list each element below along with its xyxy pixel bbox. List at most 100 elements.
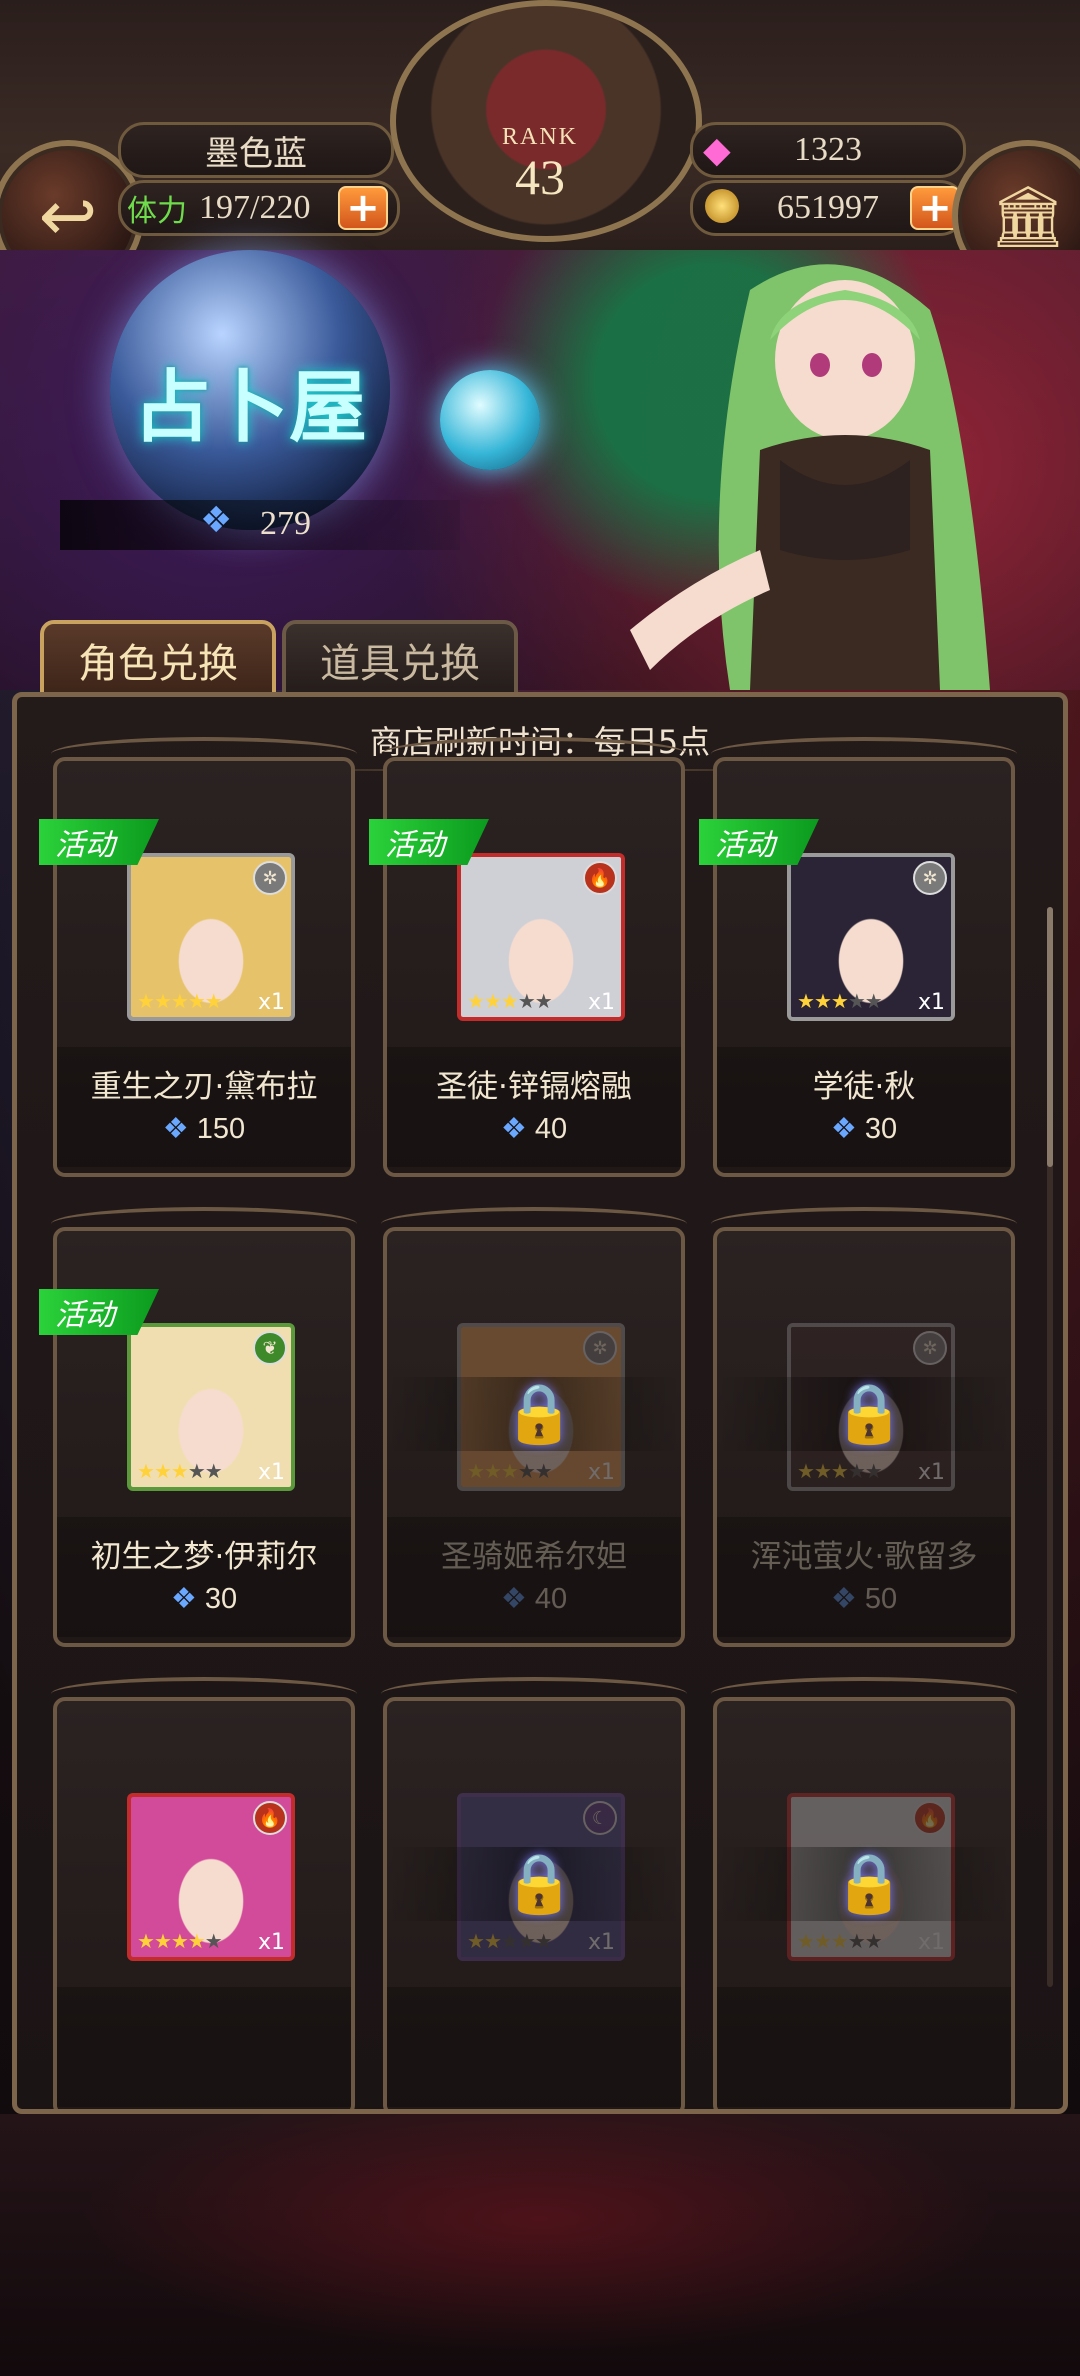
name-band [717,1987,1011,2107]
crystal-shard-icon: ❖ [500,1583,527,1615]
tab-label: 道具兑换 [320,641,480,687]
card-ornament [51,1207,357,1241]
lock-icon: 🔒 [503,1379,576,1447]
character-portrait: 🔥 ★★★★★ x1 [127,1793,295,1961]
item-count: x1 [587,1460,615,1485]
gems-value: 1323 [794,131,862,168]
name-band [57,1987,351,2107]
price-value: 40 [534,1113,568,1145]
shop-panel: 商店刷新时间：每日5点 ✲ ★★★★★ x1 重生之刃·黛布拉 ❖ 150 活动 … [12,692,1068,2114]
character-portrait: ❦ ★★★★★ x1 [127,1323,295,1491]
star-icon: ★ [830,1459,849,1483]
star-rating: ★★★★★ [467,989,553,1013]
star-icon: ★ [517,1459,536,1483]
card-ornament [51,737,357,771]
tab-label: 角色兑换 [78,641,238,687]
crystal-shard-icon: ❖ [162,1113,189,1145]
item-price: ❖ 40 [387,1111,681,1146]
shop-item-card[interactable]: 🔥 ★★★★★ x1 [51,1677,357,2109]
magic-orb-icon [440,370,540,470]
crystal-currency-value: 279 [260,505,311,542]
shop-item-card[interactable]: ✲ ★★★★★ x1 🔒 浑沌萤火·歌留多 ❖ 50 [711,1207,1017,1647]
star-icon: ★ [170,1929,189,1953]
tab-item-exchange[interactable]: 道具兑换 [282,620,518,700]
star-icon: ★ [153,989,172,1013]
star-icon: ★ [517,1929,536,1953]
stamina-value: 197/220 [199,189,311,226]
name-band [387,1987,681,2107]
star-icon: ★ [467,989,485,1013]
shop-item-card[interactable]: ✲ ★★★★★ x1 重生之刃·黛布拉 ❖ 150 活动 [39,737,357,1177]
star-rating: ★★★★★ [137,1929,223,1953]
star-icon: ★ [830,989,849,1013]
tab-character-exchange[interactable]: 角色兑换 [40,620,276,700]
star-rating: ★★★★★ [137,1459,223,1483]
star-icon: ★ [137,989,155,1013]
character-name: 学徒·秋 [812,1069,916,1105]
item-price: ❖ 30 [57,1581,351,1616]
star-icon: ★ [204,1459,223,1483]
character-name: 重生之刃·黛布拉 [90,1069,318,1105]
scrollbar-thumb[interactable] [1047,907,1053,1167]
shop-item-card[interactable]: ✲ ★★★★★ x1 学徒·秋 ❖ 30 活动 [699,737,1017,1177]
star-icon: ★ [204,989,223,1013]
star-icon: ★ [517,989,536,1013]
star-icon: ★ [483,1459,502,1483]
star-icon: ★ [500,1459,519,1483]
top-bar: ↩ 墨色蓝 体力 197/220 + RANK 43 ◆ 1323 651997… [0,0,1080,292]
star-rating: ★★★★★ [797,1459,883,1483]
card-ornament [381,1207,687,1241]
character-name: 浑沌萤火·歌留多 [750,1539,978,1575]
star-icon: ★ [137,1929,155,1953]
star-icon: ★ [534,989,553,1013]
shop-item-card[interactable]: 🔥 ★★★★★ x1 🔒 [711,1677,1017,2109]
star-icon: ★ [153,1929,172,1953]
item-count: x1 [587,1930,615,1955]
item-price: ❖ 150 [57,1111,351,1146]
item-count: x1 [917,990,945,1015]
price-value: 150 [196,1113,246,1145]
back-arrow-icon: ↩ [38,175,98,257]
star-icon: ★ [187,1459,206,1483]
card-ornament [381,1677,687,1711]
star-icon: ★ [153,1459,172,1483]
price-value: 30 [204,1583,238,1615]
shop-item-card[interactable]: ✲ ★★★★★ x1 🔒 圣骑姬希尔妲 ❖ 40 [381,1207,687,1647]
light-icon: ✲ [583,1331,617,1365]
bank-icon: 🏛 [989,181,1067,252]
crystal-shard-icon: ❖ [830,1583,857,1615]
star-icon: ★ [170,1459,189,1483]
fire-icon: 🔥 [253,1801,287,1835]
lock-icon: 🔒 [833,1849,906,1917]
player-name: 墨色蓝 [205,135,307,173]
shop-item-card[interactable]: ❦ ★★★★★ x1 初生之梦·伊莉尔 ❖ 30 活动 [39,1207,357,1647]
price-value: 50 [864,1583,898,1615]
price-value: 30 [864,1113,898,1145]
item-count: x1 [587,990,615,1015]
card-ornament [711,737,1017,771]
gem-icon: ◆ [703,130,731,170]
crystal-shard-icon: ❖ [500,1113,527,1145]
shop-item-card[interactable]: 🔥 ★★★★★ x1 圣徒·锌镉熔融 ❖ 40 活动 [369,737,687,1177]
star-icon: ★ [847,989,866,1013]
add-stamina-button[interactable]: + [338,186,388,230]
character-name: 圣徒·锌镉熔融 [436,1069,632,1105]
character-name: 圣骑姬希尔妲 [441,1539,627,1575]
star-icon: ★ [797,1929,815,1953]
character-name: 初生之梦·伊莉尔 [90,1539,318,1575]
character-portrait: 🔥 ★★★★★ x1 [457,853,625,1021]
star-icon: ★ [847,1459,866,1483]
star-icon: ★ [204,1929,223,1953]
bottom-scenery [0,2114,1080,2376]
moon-icon: ☾ [583,1801,617,1835]
item-price: ❖ 30 [717,1111,1011,1146]
shop-item-card[interactable]: ☾ ★★★★★ x1 🔒 [381,1677,687,2109]
card-ornament [381,737,687,771]
star-rating: ★★★★★ [797,989,883,1013]
star-icon: ★ [813,989,832,1013]
fortune-teller-character [630,264,990,690]
gold-coin-icon [705,189,739,223]
light-icon: ✲ [913,861,947,895]
card-ornament [51,1677,357,1711]
star-icon: ★ [534,1459,553,1483]
